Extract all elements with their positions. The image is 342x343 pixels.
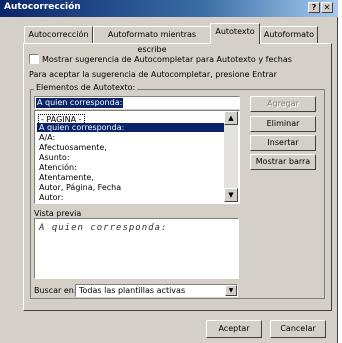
tab-autocorreccion[interactable]: Autocorrección — [24, 26, 93, 43]
lookin-value: Todas las plantillas activas — [79, 286, 186, 295]
dialog-title: Autocorrección — [4, 2, 81, 12]
list-item-selected[interactable]: A quien corresponda: — [37, 123, 225, 132]
preview-label: Vista previa — [34, 209, 82, 218]
show-suggestion-label[interactable]: Mostrar sugerencia de Autocompletar para… — [42, 55, 292, 64]
list-item[interactable]: A/A: — [39, 133, 55, 142]
scroll-up-arrow-icon[interactable]: ▲ — [224, 111, 238, 125]
title-bar[interactable]: Autocorrección ? ✕ — [0, 0, 338, 17]
autotext-entry-value: A quien corresponda: — [36, 98, 124, 108]
list-item[interactable]: Atención: — [39, 163, 77, 172]
cancel-button[interactable]: Cancelar — [270, 320, 326, 338]
accept-button[interactable]: Aceptar — [206, 320, 262, 338]
dropdown-arrow-icon[interactable]: ▼ — [225, 285, 237, 296]
autotext-list[interactable]: - PÁGINA - A quien corresponda: A/A: Afe… — [34, 110, 240, 204]
insert-button[interactable]: Insertar — [250, 135, 316, 151]
tab-autoformato-mientras-escribe[interactable]: Autoformato mientras escribe — [93, 26, 211, 54]
tab-autoformato[interactable]: Autoformato — [260, 26, 318, 43]
lookin-label: Buscar en: — [34, 286, 77, 295]
autotext-entry-input[interactable]: A quien corresponda: — [34, 96, 240, 109]
autocomplete-hint: Para aceptar la sugerencia de Autocomple… — [29, 70, 277, 79]
scroll-down-arrow-icon[interactable]: ▼ — [224, 188, 238, 202]
list-item[interactable]: Atentamente, — [39, 173, 94, 182]
preview-text: A quien corresponda: — [39, 223, 168, 233]
list-item[interactable]: Asunto: — [39, 153, 70, 162]
add-button[interactable]: Agregar — [250, 96, 316, 112]
autocorrect-dialog: Autocorrección ? ✕ Autocorrección Autofo… — [0, 0, 338, 343]
list-item[interactable]: Afectuosamente, — [39, 143, 107, 152]
autotext-group-label: Elementos de Autotexto: — [34, 83, 138, 92]
tab-autotexto[interactable]: Autotexto — [210, 23, 260, 44]
show-toolbar-button[interactable]: Mostrar barra — [250, 154, 316, 170]
list-item[interactable]: Autor: — [39, 193, 63, 202]
lookin-select[interactable]: Todas las plantillas activas ▼ — [75, 284, 238, 297]
delete-button[interactable]: Eliminar — [250, 116, 316, 132]
close-button[interactable]: ✕ — [321, 2, 333, 13]
preview-box: A quien corresponda: — [34, 218, 239, 279]
help-button[interactable]: ? — [308, 2, 320, 13]
show-suggestion-checkbox[interactable] — [29, 54, 39, 64]
list-item[interactable]: Autor, Página, Fecha — [39, 183, 121, 192]
